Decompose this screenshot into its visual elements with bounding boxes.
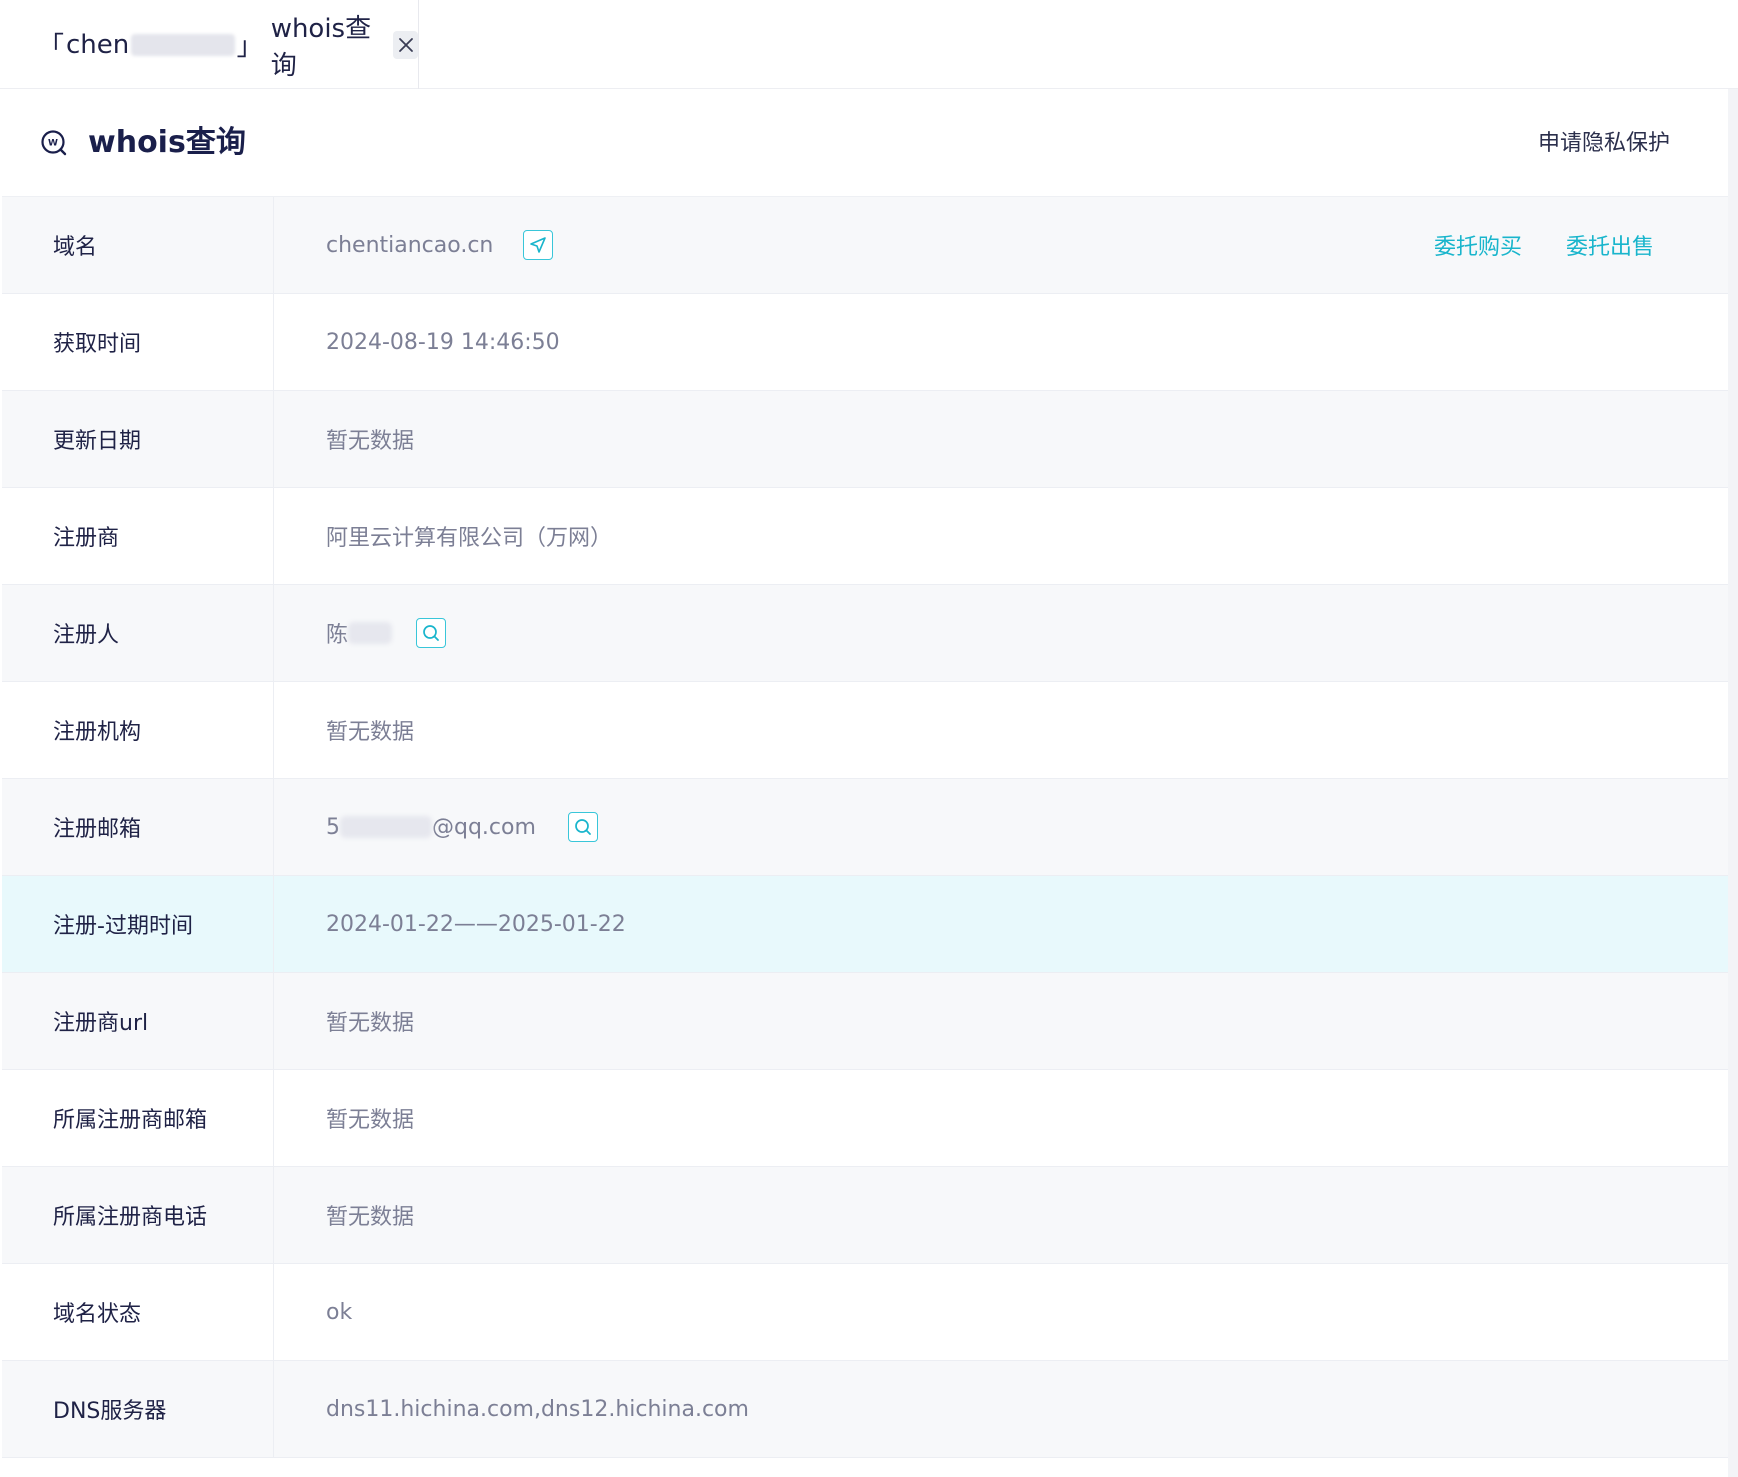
table-row-registrant: 注册人 陈 xyxy=(2,585,1728,682)
domain-actions: 委托购买 委托出售 xyxy=(1434,197,1654,293)
row-value: 陈 xyxy=(274,585,1728,681)
row-label: 获取时间 xyxy=(2,294,274,390)
tab-domain-prefix: chen xyxy=(66,29,130,60)
row-label: 所属注册商邮箱 xyxy=(2,1070,274,1166)
row-value: 阿里云计算有限公司（万网） xyxy=(326,526,613,551)
email-prefix: 5 xyxy=(326,814,340,840)
redacted-name xyxy=(348,622,393,644)
table-row-domain-status: 域名状态 ok xyxy=(2,1264,1728,1361)
email-suffix: @qq.com xyxy=(432,814,536,840)
row-label: 注册邮箱 xyxy=(2,779,274,875)
redacted-email xyxy=(340,816,432,838)
row-label: 所属注册商电话 xyxy=(2,1167,274,1263)
table-row-dns-servers: DNS服务器 dns11.hichina.com,dns12.hichina.c… xyxy=(2,1361,1728,1458)
close-icon[interactable] xyxy=(393,30,418,59)
table-row-domain: 域名 chentiancao.cn 委托购买 委托出售 xyxy=(2,197,1728,294)
row-value: chentiancao.cn 委托购买 委托出售 xyxy=(274,197,1728,293)
row-label: 域名 xyxy=(2,197,274,293)
send-icon[interactable] xyxy=(523,230,554,260)
entrust-sell-link[interactable]: 委托出售 xyxy=(1566,229,1654,261)
table-row-registration-expiry: 注册-过期时间 2024-01-22——2025-01-22 xyxy=(2,876,1728,973)
table-row-fetch-time: 获取时间 2024-08-19 14:46:50 xyxy=(2,294,1728,391)
row-value: 暂无数据 xyxy=(326,429,415,454)
tab-title: whois查询 xyxy=(270,13,372,81)
whois-icon: W xyxy=(40,129,68,157)
row-value: 2024-01-22——2025-01-22 xyxy=(326,911,626,937)
panel-header: W whois查询 申请隐私保护 xyxy=(2,89,1728,197)
entrust-buy-link[interactable]: 委托购买 xyxy=(1434,229,1522,261)
row-value: 暂无数据 xyxy=(326,1205,415,1230)
row-label: 注册-过期时间 xyxy=(2,876,274,972)
registrant-value: 陈 xyxy=(326,623,349,648)
page-title: whois查询 xyxy=(88,125,246,160)
row-value: 2024-08-19 14:46:50 xyxy=(326,329,560,355)
row-label: 注册机构 xyxy=(2,682,274,778)
scrollbar-track[interactable] xyxy=(1728,89,1738,1477)
privacy-protection-link[interactable]: 申请隐私保护 xyxy=(1538,129,1670,159)
row-label: DNS服务器 xyxy=(2,1361,274,1457)
row-label: 域名状态 xyxy=(2,1264,274,1360)
row-label: 更新日期 xyxy=(2,391,274,487)
row-label: 注册商 xyxy=(2,488,274,584)
domain-value: chentiancao.cn xyxy=(326,232,494,258)
tab-whois[interactable]: 「 chen 」 whois查询 xyxy=(2,0,419,89)
whois-panel: W whois查询 申请隐私保护 域名 chentiancao.cn 委托购买 … xyxy=(2,89,1728,1477)
row-value: 5 @qq.com xyxy=(274,779,1728,875)
table-row-email: 注册邮箱 5 @qq.com xyxy=(2,779,1728,876)
row-label: 注册人 xyxy=(2,585,274,681)
tab-bar: 「 chen 」 whois查询 xyxy=(0,0,1738,89)
row-value: dns11.hichina.com,dns12.hichina.com xyxy=(326,1396,749,1422)
tab-close-bracket: 」 xyxy=(236,32,263,62)
search-icon[interactable] xyxy=(567,812,598,842)
tab-open-bracket: 「 xyxy=(38,32,65,62)
table-row-registrar: 注册商 阿里云计算有限公司（万网） xyxy=(2,488,1728,585)
svg-text:W: W xyxy=(48,139,58,149)
row-value: 暂无数据 xyxy=(326,1011,415,1036)
search-icon[interactable] xyxy=(416,618,447,648)
row-label: 注册商url xyxy=(2,973,274,1069)
whois-info-table: 域名 chentiancao.cn 委托购买 委托出售 获取时间 2024-08… xyxy=(2,197,1728,1458)
row-value: 暂无数据 xyxy=(326,720,415,745)
table-row-registrar-url: 注册商url 暂无数据 xyxy=(2,973,1728,1070)
row-value: 暂无数据 xyxy=(326,1108,415,1133)
redacted-domain xyxy=(131,33,235,56)
row-value: ok xyxy=(326,1299,353,1325)
table-row-registrar-phone: 所属注册商电话 暂无数据 xyxy=(2,1167,1728,1264)
table-row-update-date: 更新日期 暂无数据 xyxy=(2,391,1728,488)
table-row-organization: 注册机构 暂无数据 xyxy=(2,682,1728,779)
table-row-registrar-email: 所属注册商邮箱 暂无数据 xyxy=(2,1070,1728,1167)
